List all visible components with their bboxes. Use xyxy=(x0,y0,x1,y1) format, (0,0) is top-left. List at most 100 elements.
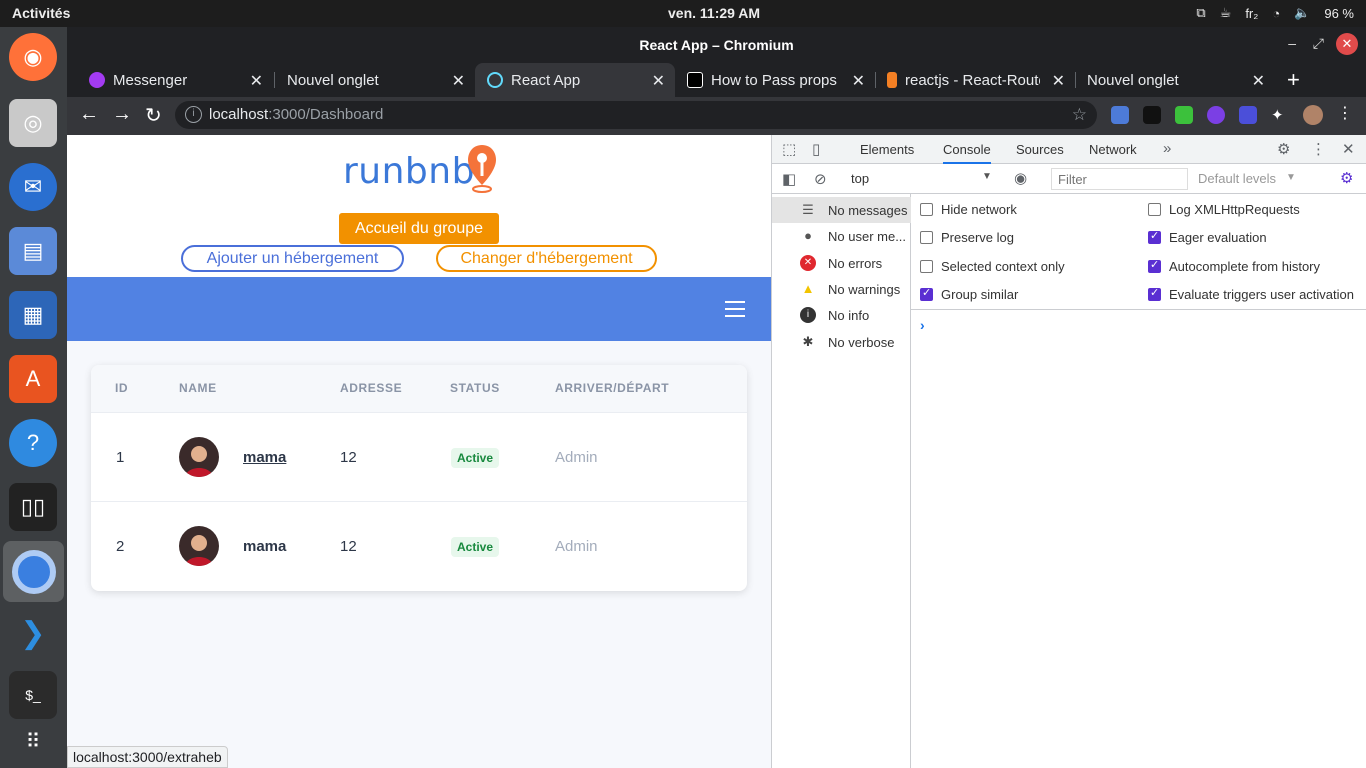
activities-button[interactable]: Activités xyxy=(12,5,70,21)
sidebar-toggle-icon[interactable]: ◧ xyxy=(782,170,796,188)
ajouter-hebergement-button[interactable]: Ajouter un hébergement xyxy=(181,245,404,272)
software-center-icon[interactable]: A xyxy=(9,355,57,403)
wifi-icon[interactable]: ◔ xyxy=(1272,6,1280,21)
maximize-icon[interactable]: ⤢ xyxy=(1313,35,1324,52)
tab-messenger[interactable]: Messenger ✕ xyxy=(77,63,273,97)
close-window-icon[interactable]: ✕ xyxy=(1336,33,1358,55)
checkbox-checked[interactable] xyxy=(1148,286,1161,301)
table-row[interactable]: 2 mama 12 Active Admin xyxy=(91,502,747,591)
settings-gear-icon[interactable]: ⚙ xyxy=(1277,140,1290,158)
rhythmbox-icon[interactable]: ◎ xyxy=(9,99,57,147)
option-selected-context-only[interactable]: Selected context only xyxy=(920,259,1065,274)
extensions-puzzle-icon[interactable]: ✦ xyxy=(1271,106,1289,124)
tab-elements[interactable]: Elements xyxy=(860,142,914,157)
menu-kebab-icon[interactable]: ⋮ xyxy=(1337,103,1355,122)
option-log-xmlhttprequests[interactable]: Log XMLHttpRequests xyxy=(1148,202,1300,217)
bookmark-star-icon[interactable]: ☆ xyxy=(1072,105,1087,125)
terminal-icon[interactable]: $_ xyxy=(9,671,57,719)
extension-download-icon[interactable] xyxy=(1239,106,1257,124)
console-filter-input[interactable] xyxy=(1051,168,1188,190)
tab-new-tab[interactable]: Nouvel onglet ✕ xyxy=(275,63,475,97)
tab-react-app[interactable]: React App ✕ xyxy=(475,63,675,97)
volume-icon[interactable]: 🔈 xyxy=(1294,5,1310,21)
option-hide-network[interactable]: Hide network xyxy=(920,202,1017,217)
chromium-icon[interactable] xyxy=(3,541,64,602)
hamburger-menu-icon[interactable] xyxy=(725,301,745,317)
close-tab-icon[interactable]: ✕ xyxy=(250,71,263,91)
sidebar-item-verbose[interactable]: ✱ No verbose xyxy=(772,329,911,355)
close-tab-icon[interactable]: ✕ xyxy=(452,71,465,91)
checkbox-checked[interactable] xyxy=(920,286,933,301)
address-bar[interactable]: i localhost:3000/Dashboard ☆ xyxy=(175,101,1097,129)
checkbox[interactable] xyxy=(920,231,933,244)
option-preserve-log[interactable]: Preserve log xyxy=(920,230,1014,245)
inspect-element-icon[interactable]: ⬚ xyxy=(782,140,796,158)
sidebar-item-warnings[interactable]: ▲ No warnings xyxy=(772,276,911,302)
sidebar-item-messages[interactable]: ☰ No messages xyxy=(772,197,911,223)
app-grid-icon[interactable]: ⠿ xyxy=(9,717,57,765)
keyboard-layout[interactable]: fr₂ xyxy=(1245,6,1258,21)
screen-share-icon[interactable]: ⧉ xyxy=(1196,5,1205,21)
forward-icon[interactable]: → xyxy=(112,103,132,126)
url-text[interactable]: localhost:3000/Dashboard xyxy=(209,106,383,123)
clock[interactable]: ven. 11:29 AM xyxy=(668,5,760,21)
more-tabs-icon[interactable]: » xyxy=(1163,140,1171,157)
checkbox-checked[interactable] xyxy=(1148,229,1161,244)
tab-new-tab-2[interactable]: Nouvel onglet ✕ xyxy=(1075,63,1275,97)
thunderbird-icon[interactable]: ✉ xyxy=(9,163,57,211)
option-group-similar[interactable]: Group similar xyxy=(920,286,1018,302)
checkbox[interactable] xyxy=(920,260,933,273)
info-icon[interactable]: i xyxy=(185,106,202,123)
system-tray[interactable]: ⧉ ☕ fr₂ ◔ 🔈 96 % xyxy=(1196,5,1354,21)
close-tab-icon[interactable]: ✕ xyxy=(652,71,665,91)
more-options-icon[interactable]: ⋮ xyxy=(1311,140,1326,158)
help-icon[interactable]: ? xyxy=(9,419,57,467)
minimize-icon[interactable]: – xyxy=(1288,35,1296,51)
writer-icon[interactable]: ▦ xyxy=(9,291,57,339)
firefox-icon[interactable]: ◉ xyxy=(9,33,57,81)
extension-colorful-icon[interactable] xyxy=(1207,106,1225,124)
clear-console-icon[interactable]: ⊘ xyxy=(814,170,827,188)
vscode-icon[interactable]: ❯ xyxy=(9,609,57,657)
extension-cube-icon[interactable] xyxy=(1143,106,1161,124)
reload-icon[interactable]: ↻ xyxy=(145,103,162,128)
extension-download-green-icon[interactable] xyxy=(1175,106,1193,124)
tab-network[interactable]: Network xyxy=(1089,142,1137,157)
profile-avatar[interactable] xyxy=(1303,105,1323,125)
log-levels-dropdown[interactable]: Default levels xyxy=(1198,171,1276,186)
close-tab-icon[interactable]: ✕ xyxy=(1252,71,1265,91)
files-icon[interactable]: ▤ xyxy=(9,227,57,275)
coffee-icon[interactable]: ☕ xyxy=(1220,5,1232,21)
accueil-du-groupe-button[interactable]: Accueil du groupe xyxy=(339,213,499,244)
runbnb-logo[interactable]: runbnb xyxy=(343,151,475,192)
back-icon[interactable]: ← xyxy=(79,103,99,126)
tab-console[interactable]: Console xyxy=(943,142,991,164)
close-devtools-icon[interactable]: ✕ xyxy=(1342,140,1355,158)
terminal-split-icon[interactable]: ▯▯ xyxy=(9,483,57,531)
console-prompt-chevron-icon[interactable]: › xyxy=(920,317,925,333)
changer-hebergement-button[interactable]: Changer d'hébergement xyxy=(436,245,657,272)
table-row[interactable]: 1 mama 12 Active Admin xyxy=(91,413,747,502)
sidebar-item-errors[interactable]: ✕ No errors xyxy=(772,250,911,276)
sidebar-item-info[interactable]: i No info xyxy=(772,302,911,328)
option-evaluate-triggers[interactable]: Evaluate triggers user activation xyxy=(1148,286,1354,302)
battery-indicator[interactable]: 96 % xyxy=(1324,6,1354,21)
tab-stackoverflow[interactable]: reactjs - React-Route ✕ xyxy=(875,63,1075,97)
tab-how-to-pass-props[interactable]: How to Pass props u ✕ xyxy=(675,63,875,97)
new-tab-icon[interactable]: + xyxy=(1287,67,1300,93)
device-toolbar-icon[interactable]: ▯ xyxy=(812,140,820,158)
tab-sources[interactable]: Sources xyxy=(1016,142,1064,157)
sidebar-item-user-messages[interactable]: ● No user me... xyxy=(772,223,911,249)
context-selector[interactable]: top xyxy=(851,171,869,186)
checkbox-checked[interactable] xyxy=(1148,258,1161,273)
option-eager-evaluation[interactable]: Eager evaluation xyxy=(1148,229,1267,245)
console-settings-gear-icon[interactable]: ⚙ xyxy=(1340,169,1353,187)
cell-name-link[interactable]: mama xyxy=(243,449,286,466)
checkbox[interactable] xyxy=(1148,203,1161,216)
close-tab-icon[interactable]: ✕ xyxy=(1052,71,1065,91)
close-tab-icon[interactable]: ✕ xyxy=(852,71,865,91)
checkbox[interactable] xyxy=(920,203,933,216)
extension-plane-icon[interactable] xyxy=(1111,106,1129,124)
context-dropdown-icon[interactable]: ▼ xyxy=(982,171,992,182)
option-autocomplete-history[interactable]: Autocomplete from history xyxy=(1148,258,1320,274)
